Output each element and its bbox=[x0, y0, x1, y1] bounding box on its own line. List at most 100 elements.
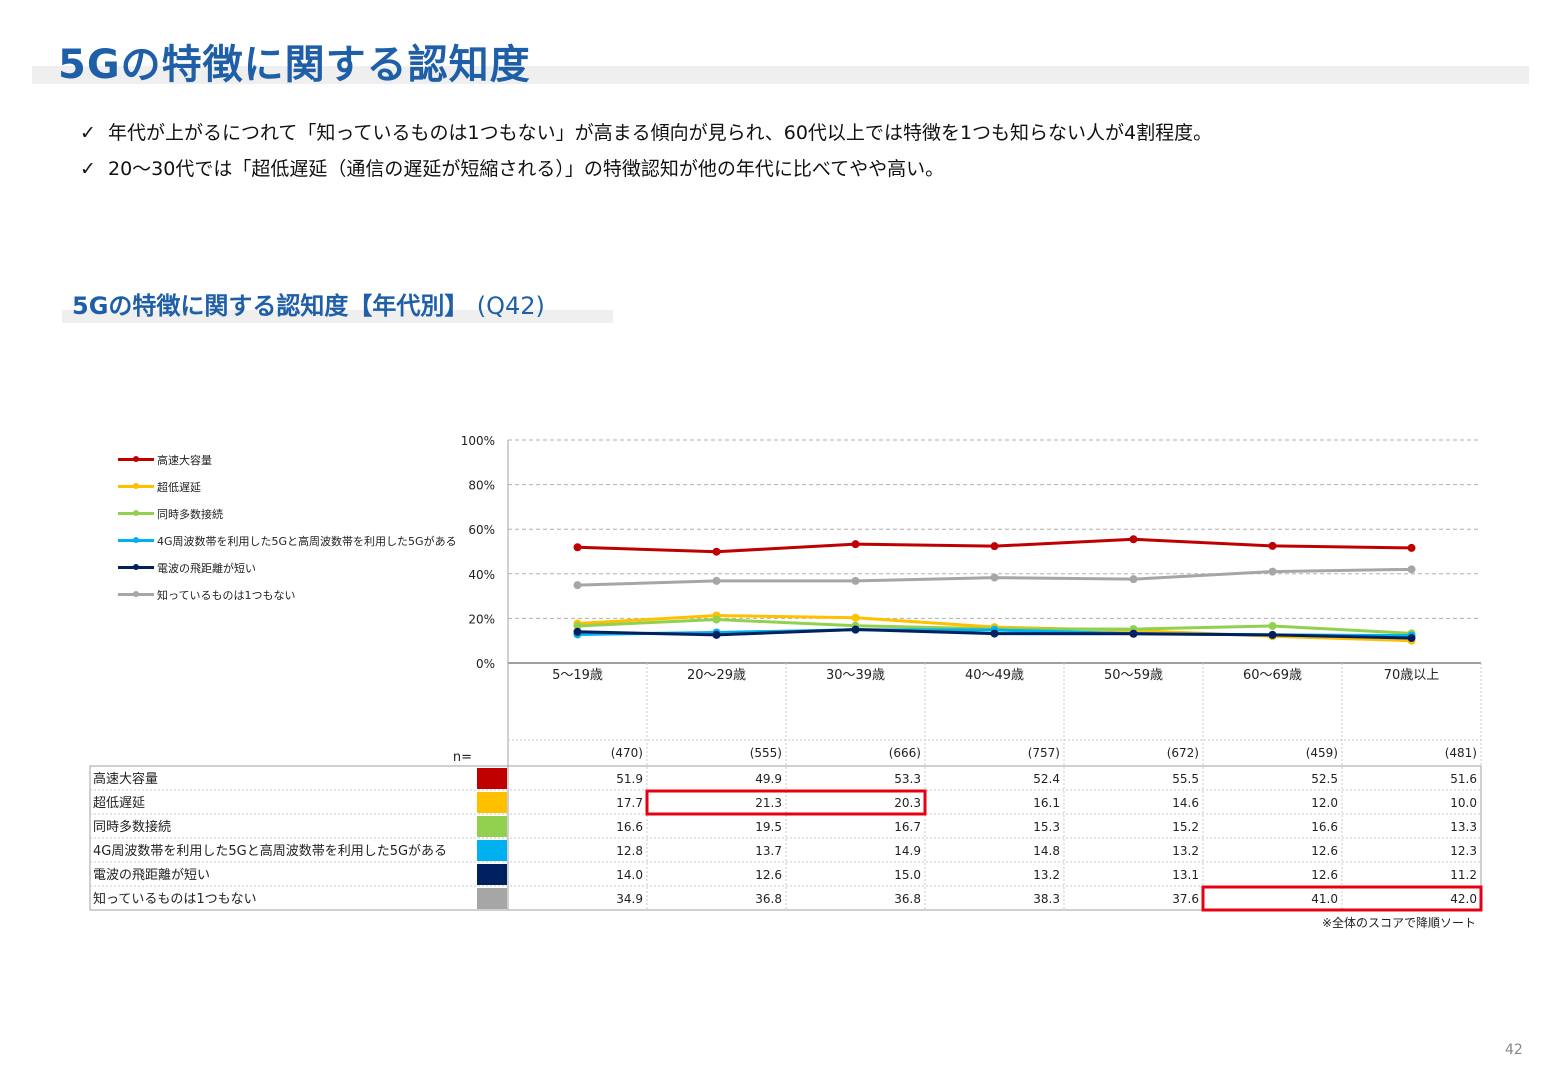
table-cell-value: 36.8 bbox=[755, 892, 782, 906]
table-cell-value: 13.7 bbox=[755, 844, 782, 858]
table-cell-value: 12.6 bbox=[1311, 844, 1338, 858]
n-value: (481) bbox=[1445, 746, 1477, 760]
table-cell-value: 13.3 bbox=[1450, 820, 1477, 834]
table-cell-value: 12.3 bbox=[1450, 844, 1477, 858]
table-cell-value: 36.8 bbox=[894, 892, 921, 906]
legend-item: 同時多数接続 bbox=[118, 500, 457, 527]
legend-marker bbox=[133, 456, 139, 462]
table-row-swatch bbox=[477, 816, 507, 837]
table-cell-value: 14.6 bbox=[1172, 796, 1199, 810]
table-row-label: 知っているものは1つもない bbox=[93, 891, 257, 907]
y-tick-label: 100% bbox=[461, 434, 495, 448]
x-category-label: 20～29歳 bbox=[687, 668, 746, 683]
table-row-swatch bbox=[477, 864, 507, 885]
table-cell-value: 13.2 bbox=[1033, 868, 1060, 882]
table-cell-value: 37.6 bbox=[1172, 892, 1199, 906]
x-category-label: 30～39歳 bbox=[826, 668, 885, 683]
highlight-box bbox=[1201, 885, 1483, 912]
legend-label: 電波の飛距離が短い bbox=[157, 561, 256, 575]
data-point bbox=[1268, 541, 1277, 550]
data-point bbox=[712, 630, 721, 639]
table-cell-value: 53.3 bbox=[894, 772, 921, 786]
table-cell-value: 11.2 bbox=[1450, 868, 1477, 882]
data-point bbox=[851, 625, 860, 634]
legend-label: 同時多数接続 bbox=[157, 507, 223, 521]
data-point bbox=[1407, 565, 1416, 574]
table-cell-value: 49.9 bbox=[755, 772, 782, 786]
table-cell-value: 12.8 bbox=[616, 844, 643, 858]
table-row-label: 電波の飛距離が短い bbox=[93, 868, 210, 883]
legend-marker bbox=[133, 510, 139, 516]
data-point bbox=[990, 573, 999, 582]
table-cell-value: 13.1 bbox=[1172, 868, 1199, 882]
data-point bbox=[990, 542, 999, 551]
table-cell-value: 16.6 bbox=[1311, 820, 1338, 834]
sort-note: ※全体のスコアで降順ソート bbox=[1322, 916, 1477, 930]
legend-swatch bbox=[118, 456, 154, 462]
n-value: (757) bbox=[1028, 746, 1060, 760]
legend-item: 知っているものは1つもない bbox=[118, 581, 457, 608]
x-category-label: 60～69歳 bbox=[1243, 668, 1302, 683]
table-cell-value: 15.0 bbox=[894, 868, 921, 882]
legend-marker bbox=[133, 564, 139, 570]
data-point bbox=[573, 627, 582, 636]
legend-swatch bbox=[118, 591, 154, 597]
table-row-label: 4G周波数帯を利用した5Gと高周波数帯を利用した5Gがある bbox=[93, 843, 447, 859]
page-number: 42 bbox=[1505, 1042, 1523, 1058]
table-cell-value: 14.0 bbox=[616, 868, 643, 882]
data-point bbox=[1407, 634, 1416, 643]
table-cell-value: 52.5 bbox=[1311, 772, 1338, 786]
data-point bbox=[1129, 575, 1138, 584]
y-tick-label: 60% bbox=[468, 523, 495, 537]
data-point bbox=[712, 576, 721, 585]
n-value: (555) bbox=[750, 746, 782, 760]
highlight-box bbox=[645, 789, 927, 816]
n-value: (666) bbox=[889, 746, 921, 760]
data-point bbox=[712, 547, 721, 556]
x-category-label: 40～49歳 bbox=[965, 668, 1024, 683]
table-cell-value: 16.6 bbox=[616, 820, 643, 834]
legend-label: 4G周波数帯を利用した5Gと高周波数帯を利用した5Gがある bbox=[157, 534, 457, 548]
legend-swatch bbox=[118, 483, 154, 489]
table-cell-value: 38.3 bbox=[1033, 892, 1060, 906]
data-point bbox=[1129, 629, 1138, 638]
data-point bbox=[712, 615, 721, 624]
table-cell-value: 51.9 bbox=[616, 772, 643, 786]
table-cell-value: 13.2 bbox=[1172, 844, 1199, 858]
data-point bbox=[573, 543, 582, 552]
table-cell-value: 16.7 bbox=[894, 820, 921, 834]
table-row-swatch bbox=[477, 888, 507, 909]
table-cell-value: 55.5 bbox=[1172, 772, 1199, 786]
table-cell-value: 21.3 bbox=[755, 796, 782, 810]
legend-marker bbox=[133, 537, 139, 543]
data-point bbox=[1268, 567, 1277, 576]
table-cell-value: 10.0 bbox=[1450, 796, 1477, 810]
data-point bbox=[1268, 621, 1277, 630]
data-point bbox=[1407, 543, 1416, 552]
data-point bbox=[573, 581, 582, 590]
y-tick-label: 40% bbox=[468, 568, 495, 582]
x-category-label: 50～59歳 bbox=[1104, 668, 1163, 683]
y-tick-label: 0% bbox=[476, 657, 495, 671]
table-cell-value: 15.2 bbox=[1172, 820, 1199, 834]
n-value: (459) bbox=[1306, 746, 1338, 760]
n-value: (470) bbox=[611, 746, 643, 760]
table-row-swatch bbox=[477, 840, 507, 861]
data-point bbox=[851, 613, 860, 622]
legend-label: 知っているものは1つもない bbox=[157, 588, 296, 602]
data-point bbox=[990, 629, 999, 638]
legend-item: 4G周波数帯を利用した5Gと高周波数帯を利用した5Gがある bbox=[118, 527, 457, 554]
table-cell-value: 52.4 bbox=[1033, 772, 1060, 786]
table-row-label: 超低遅延 bbox=[93, 796, 145, 811]
table-row-swatch bbox=[477, 768, 507, 789]
table-cell-value: 12.6 bbox=[1311, 868, 1338, 882]
table-row-swatch bbox=[477, 792, 507, 813]
table-cell-value: 15.3 bbox=[1033, 820, 1060, 834]
table-row-label: 同時多数接続 bbox=[93, 819, 171, 835]
legend-swatch bbox=[118, 510, 154, 516]
table-cell-value: 14.8 bbox=[1033, 844, 1060, 858]
table-cell-value: 34.9 bbox=[616, 892, 643, 906]
legend-marker bbox=[133, 483, 139, 489]
y-tick-label: 80% bbox=[468, 479, 495, 493]
data-point bbox=[1268, 630, 1277, 639]
